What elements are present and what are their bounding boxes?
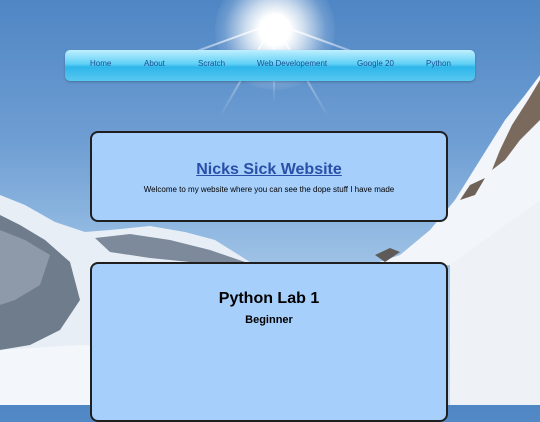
lab-title: Python Lab 1 [218, 290, 320, 307]
nav-item-home[interactable]: Home [90, 59, 111, 68]
content-panel: Python Lab 1 Beginner [90, 262, 448, 422]
nav-item-about[interactable]: About [144, 59, 165, 68]
welcome-text: Welcome to my website where you can see … [143, 185, 395, 194]
nav-item-scratch[interactable]: Scratch [198, 59, 225, 68]
nav-bar: Home About Scratch Web Developement Goog… [65, 50, 475, 81]
nav-item-python[interactable]: Python [426, 59, 451, 68]
nav-item-web-development[interactable]: Web Developement [257, 59, 327, 68]
lab-level: Beginner [245, 314, 293, 326]
site-title-link[interactable]: Nicks Sick Website [92, 161, 446, 179]
header-panel: Nicks Sick Website Welcome to my website… [90, 131, 448, 222]
nav-item-google-20[interactable]: Google 20 [357, 59, 394, 68]
